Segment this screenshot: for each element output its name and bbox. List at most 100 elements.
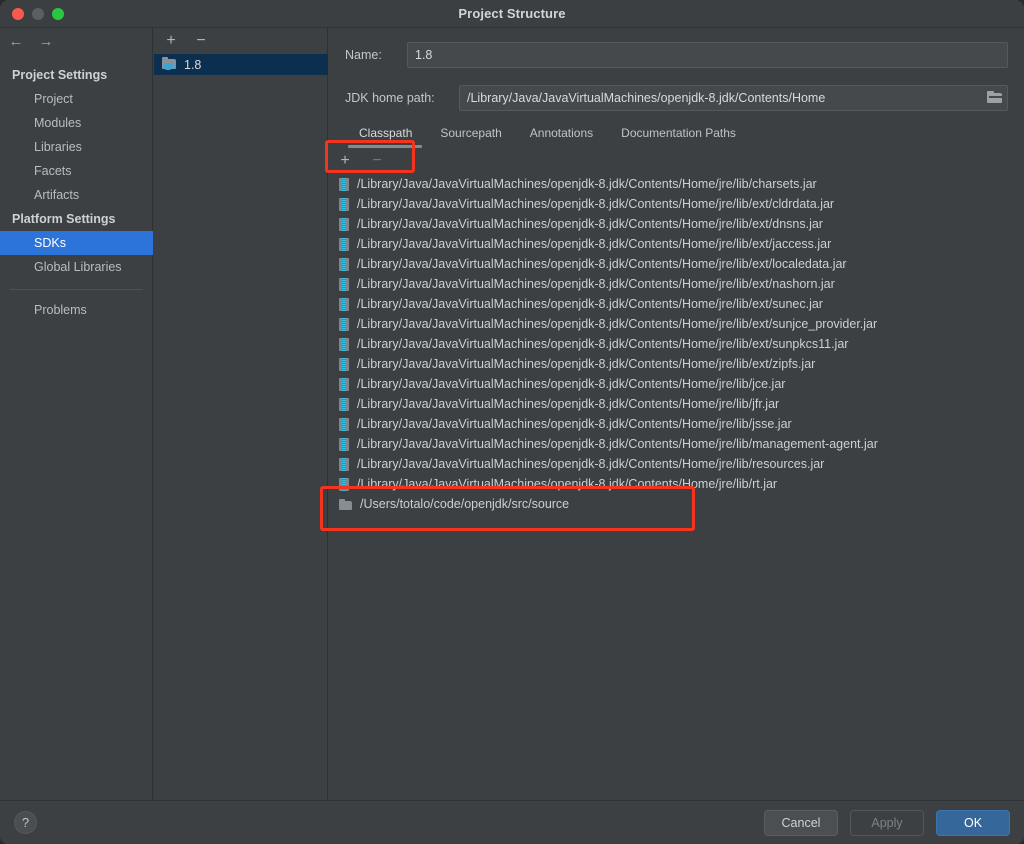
classpath-row[interactable]: /Library/Java/JavaVirtualMachines/openjd… <box>329 194 1024 214</box>
classpath-row[interactable]: /Library/Java/JavaVirtualMachines/openjd… <box>329 374 1024 394</box>
classpath-row[interactable]: /Library/Java/JavaVirtualMachines/openjd… <box>329 414 1024 434</box>
jdk-home-path-wrap: /Library/Java/JavaVirtualMachines/openjd… <box>459 85 1008 111</box>
classpath-row[interactable]: /Users/totalo/code/openjdk/src/source <box>329 494 1024 514</box>
sdk-detail-panel: Name: 1.8 JDK home path: /Library/Java/J… <box>329 28 1024 800</box>
sidebar-divider <box>10 289 143 290</box>
jar-icon <box>339 477 349 491</box>
classpath-row[interactable]: /Library/Java/JavaVirtualMachines/openjd… <box>329 354 1024 374</box>
sdk-toolbar: + − <box>154 28 328 54</box>
classpath-row[interactable]: /Library/Java/JavaVirtualMachines/openjd… <box>329 314 1024 334</box>
dialog-buttons: Cancel Apply OK <box>764 810 1010 836</box>
sdk-list-panel: + − 1.8 <box>154 28 328 800</box>
remove-sdk-button[interactable]: − <box>194 33 208 49</box>
classpath-row[interactable]: /Library/Java/JavaVirtualMachines/openjd… <box>329 334 1024 354</box>
classpath-row-label: /Library/Java/JavaVirtualMachines/openjd… <box>357 377 786 391</box>
classpath-row[interactable]: /Library/Java/JavaVirtualMachines/openjd… <box>329 434 1024 454</box>
classpath-row-label: /Library/Java/JavaVirtualMachines/openjd… <box>357 197 835 211</box>
jar-icon <box>339 257 349 271</box>
jar-icon <box>339 337 349 351</box>
settings-sidebar: ← → Project Settings Project Modules Lib… <box>0 28 153 800</box>
tab-annotations[interactable]: Annotations <box>516 124 607 145</box>
tab-classpath[interactable]: Classpath <box>345 124 426 145</box>
title-bar: Project Structure <box>0 0 1024 28</box>
classpath-row[interactable]: /Library/Java/JavaVirtualMachines/openjd… <box>329 474 1024 494</box>
classpath-toolbar: + − <box>329 148 1024 174</box>
dialog-footer: ? Cancel Apply OK <box>0 800 1024 844</box>
jar-icon <box>339 297 349 311</box>
detail-tabs: Classpath Sourcepath Annotations Documen… <box>329 124 1024 146</box>
classpath-row-label: /Library/Java/JavaVirtualMachines/openjd… <box>357 477 778 491</box>
classpath-row-label: /Library/Java/JavaVirtualMachines/openjd… <box>357 277 835 291</box>
remove-classpath-button[interactable]: − <box>370 153 384 169</box>
folder-icon <box>339 498 352 510</box>
jar-icon <box>339 177 349 191</box>
classpath-row[interactable]: /Library/Java/JavaVirtualMachines/openjd… <box>329 274 1024 294</box>
sidebar-item-project[interactable]: Project <box>0 87 153 111</box>
cancel-button[interactable]: Cancel <box>764 810 838 836</box>
name-field-row: Name: 1.8 <box>329 42 1024 68</box>
classpath-row-label: /Library/Java/JavaVirtualMachines/openjd… <box>357 217 823 231</box>
page-title: Project Structure <box>458 6 566 21</box>
sidebar-group-platform-settings: Platform Settings <box>12 212 116 226</box>
tab-documentation-paths[interactable]: Documentation Paths <box>607 124 750 145</box>
jar-icon <box>339 317 349 331</box>
classpath-row-label: /Library/Java/JavaVirtualMachines/openjd… <box>357 357 816 371</box>
classpath-row-label: /Library/Java/JavaVirtualMachines/openjd… <box>357 397 780 411</box>
sidebar-item-libraries[interactable]: Libraries <box>0 135 153 159</box>
project-structure-dialog: Project Structure ← → Project Settings P… <box>0 0 1024 844</box>
jdk-home-path-label: JDK home path: <box>345 91 435 105</box>
jar-icon <box>339 457 349 471</box>
jar-icon <box>339 217 349 231</box>
forward-arrow-icon[interactable]: → <box>38 33 54 51</box>
classpath-row[interactable]: /Library/Java/JavaVirtualMachines/openjd… <box>329 454 1024 474</box>
jdk-home-path-input[interactable]: /Library/Java/JavaVirtualMachines/openjd… <box>459 85 1008 111</box>
jar-icon <box>339 377 349 391</box>
name-label: Name: <box>345 48 382 62</box>
classpath-row-label: /Library/Java/JavaVirtualMachines/openjd… <box>357 417 792 431</box>
classpath-row-label: /Users/totalo/code/openjdk/src/source <box>360 497 570 511</box>
classpath-row-label: /Library/Java/JavaVirtualMachines/openjd… <box>357 337 849 351</box>
sidebar-group-project-settings: Project Settings <box>12 68 108 82</box>
tab-sourcepath[interactable]: Sourcepath <box>426 124 515 145</box>
classpath-row[interactable]: /Library/Java/JavaVirtualMachines/openjd… <box>329 254 1024 274</box>
folder-browse-icon[interactable] <box>987 91 1003 104</box>
apply-button: Apply <box>850 810 924 836</box>
jar-icon <box>339 417 349 431</box>
sidebar-item-problems[interactable]: Problems <box>0 298 153 322</box>
classpath-row-label: /Library/Java/JavaVirtualMachines/openjd… <box>357 457 825 471</box>
classpath-row[interactable]: /Library/Java/JavaVirtualMachines/openjd… <box>329 174 1024 194</box>
jar-icon <box>339 437 349 451</box>
ok-button[interactable]: OK <box>936 810 1010 836</box>
sidebar-item-modules[interactable]: Modules <box>0 111 153 135</box>
classpath-row-label: /Library/Java/JavaVirtualMachines/openjd… <box>357 237 832 251</box>
sidebar-item-sdks[interactable]: SDKs <box>0 231 153 255</box>
sidebar-list: Project Settings Project Modules Librari… <box>0 63 153 322</box>
navigation-arrows: ← → <box>8 33 54 51</box>
jdk-folder-icon <box>162 57 177 71</box>
classpath-row[interactable]: /Library/Java/JavaVirtualMachines/openjd… <box>329 394 1024 414</box>
jdk-home-path-row: JDK home path: /Library/Java/JavaVirtual… <box>329 85 1024 111</box>
add-classpath-button[interactable]: + <box>338 153 352 169</box>
classpath-row-label: /Library/Java/JavaVirtualMachines/openjd… <box>357 257 847 271</box>
classpath-list[interactable]: /Library/Java/JavaVirtualMachines/openjd… <box>329 174 1024 800</box>
classpath-row-label: /Library/Java/JavaVirtualMachines/openjd… <box>357 317 878 331</box>
sdk-items-list: 1.8 <box>154 54 328 75</box>
classpath-row[interactable]: /Library/Java/JavaVirtualMachines/openjd… <box>329 214 1024 234</box>
sidebar-item-global-libraries[interactable]: Global Libraries <box>0 255 153 279</box>
sdk-list-item[interactable]: 1.8 <box>154 54 328 75</box>
help-button[interactable]: ? <box>14 811 37 834</box>
name-input[interactable]: 1.8 <box>407 42 1008 68</box>
jar-icon <box>339 277 349 291</box>
jar-icon <box>339 357 349 371</box>
sdk-list-item-label: 1.8 <box>184 57 202 72</box>
classpath-row[interactable]: /Library/Java/JavaVirtualMachines/openjd… <box>329 294 1024 314</box>
add-sdk-button[interactable]: + <box>164 33 178 49</box>
classpath-row-label: /Library/Java/JavaVirtualMachines/openjd… <box>357 437 878 451</box>
classpath-row-label: /Library/Java/JavaVirtualMachines/openjd… <box>357 297 823 311</box>
sidebar-item-facets[interactable]: Facets <box>0 159 153 183</box>
back-arrow-icon[interactable]: ← <box>8 33 24 51</box>
sidebar-item-artifacts[interactable]: Artifacts <box>0 183 153 207</box>
classpath-row[interactable]: /Library/Java/JavaVirtualMachines/openjd… <box>329 234 1024 254</box>
jar-icon <box>339 397 349 411</box>
jar-icon <box>339 197 349 211</box>
